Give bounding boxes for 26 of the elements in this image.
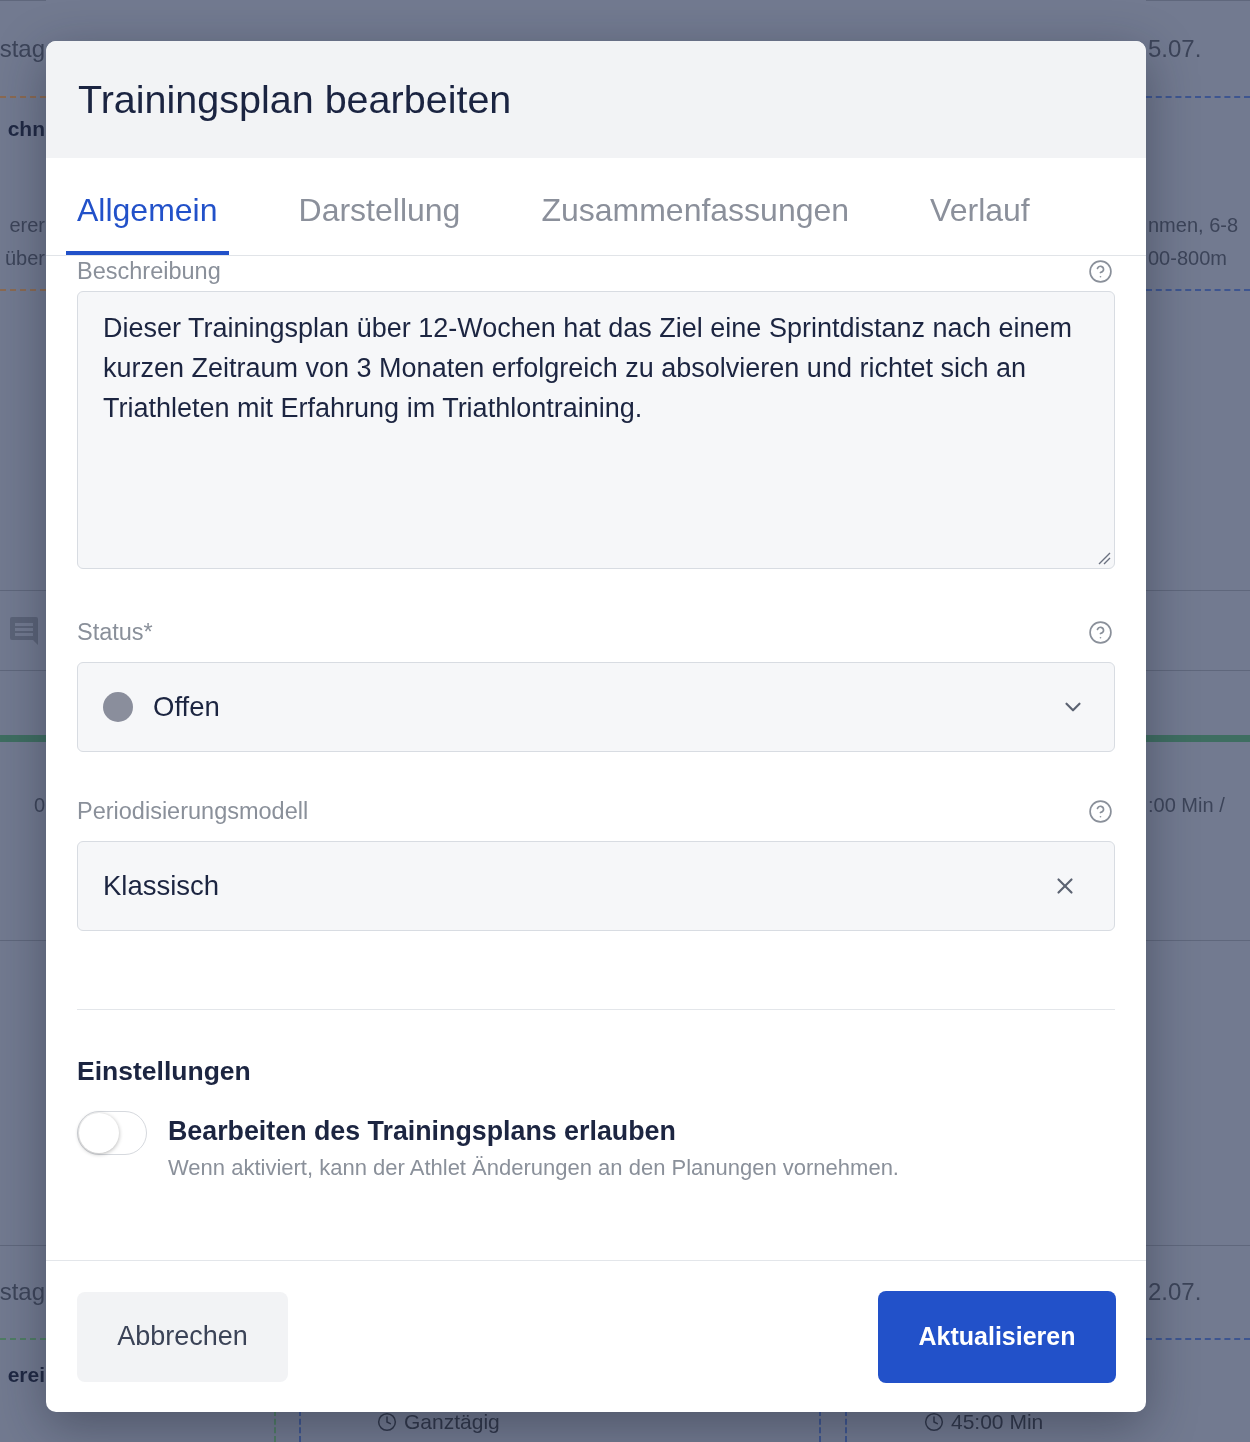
field-label: Status* xyxy=(77,618,153,646)
cancel-button[interactable]: Abbrechen xyxy=(77,1291,288,1382)
time-label: 45:00 Min xyxy=(951,1410,1044,1434)
help-icon[interactable] xyxy=(1088,798,1113,824)
toggle-switch[interactable] xyxy=(77,1111,147,1155)
section-heading: Einstellungen xyxy=(77,1056,252,1087)
field-label: Periodisierungsmodell xyxy=(77,797,309,825)
field-label: Beschreibung xyxy=(77,257,221,285)
help-icon[interactable] xyxy=(1088,258,1113,284)
help-icon[interactable] xyxy=(1088,619,1113,645)
resize-handle-icon[interactable] xyxy=(1097,551,1111,565)
time-label: Ganztägig xyxy=(404,1410,500,1434)
timeline-bar xyxy=(0,735,46,742)
clock-icon xyxy=(924,1412,944,1432)
tab[interactable]: Allgemein xyxy=(66,158,229,255)
update-button[interactable]: Aktualisieren xyxy=(878,1290,1116,1383)
clock-icon xyxy=(377,1412,397,1432)
toggle-label: Bearbeiten des Trainingsplans erlauben xyxy=(168,1116,677,1147)
event-title: erei xyxy=(7,1363,45,1387)
event-title: chn xyxy=(7,117,45,141)
model-select[interactable]: Klassisch xyxy=(77,841,1115,931)
comment-icon[interactable] xyxy=(9,615,39,646)
dialog-title: Trainingsplan bearbeiten xyxy=(78,77,512,122)
status-select[interactable]: Offen xyxy=(77,662,1115,752)
description-field[interactable]: Dieser Trainingsplan über 12-Wochen hat das Ziel eine Sprintdistanz nach einem kurzen Zeitraum von 3 Monaten erfolgreich zu absolvieren und richtet sich an Triathleten mit Erfahrung im Triathlontraining. xyxy=(77,291,1115,569)
toggle-description: Wenn aktiviert, kann der Athlet Änderungen an den Planungen vornehmen. xyxy=(168,1155,899,1181)
